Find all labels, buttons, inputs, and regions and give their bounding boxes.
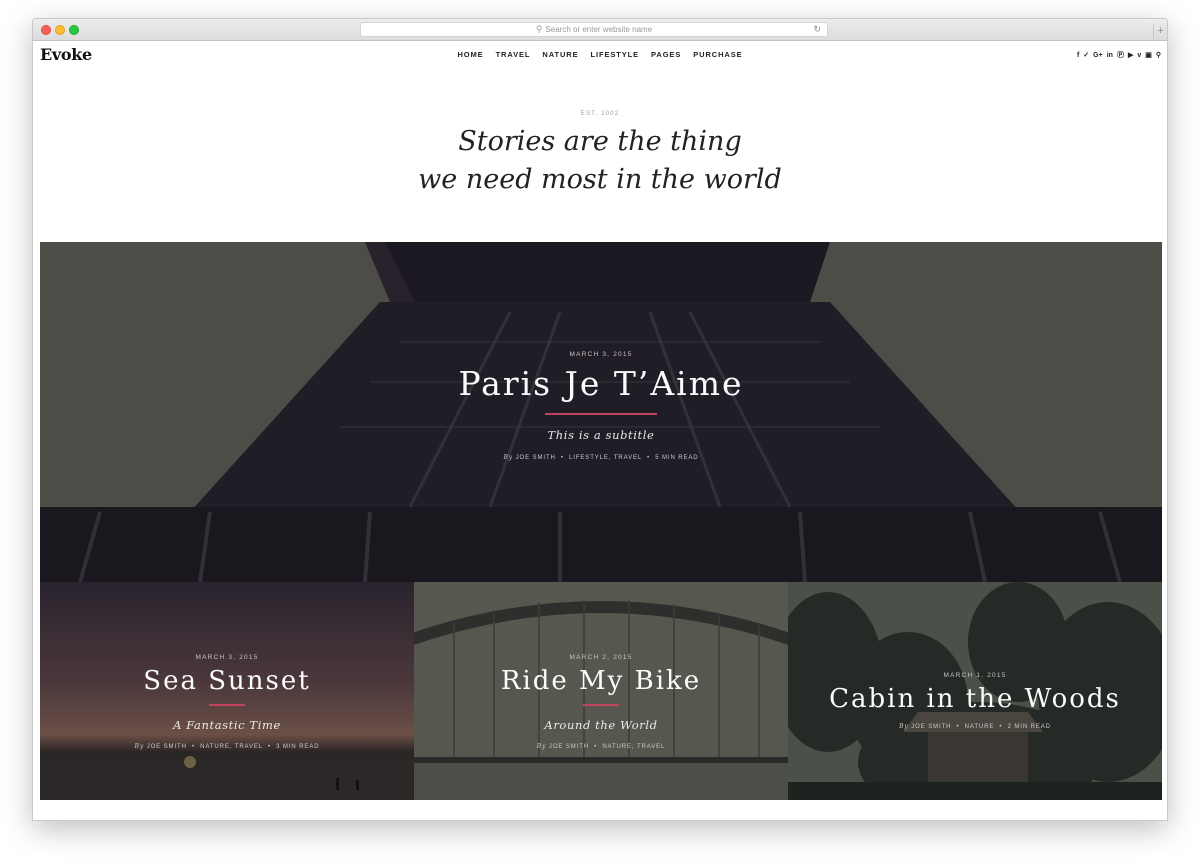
post-card-overlay: MARCH 3, 2015 Sea Sunset A Fantastic Tim… — [40, 654, 414, 750]
post-meta: By JOE SMITH • NATURE, TRAVEL — [536, 743, 666, 750]
post-meta: By JOE SMITH • NATURE, TRAVEL • 3 MIN RE… — [134, 743, 320, 750]
category-links[interactable]: LIFESTYLE, TRAVEL — [569, 455, 642, 461]
tagline-line-2: we need most in the world — [418, 164, 782, 195]
youtube-icon[interactable]: ▶ — [1128, 51, 1133, 59]
post-subtitle: Around the World — [544, 718, 658, 732]
nav-nature[interactable]: NATURE — [542, 50, 578, 59]
social-links: f ✓ G+ in Ⓟ ▶ v ▣ ⚲ — [1073, 50, 1161, 60]
browser-window: ⚲ Search or enter website name ↻ + Evoke … — [32, 18, 1168, 821]
read-time: 2 MIN READ — [1007, 724, 1051, 730]
browser-toolbar: ⚲ Search or enter website name ↻ + — [33, 19, 1167, 41]
nav-pages[interactable]: PAGES — [651, 50, 681, 59]
maximize-window-button[interactable] — [69, 25, 79, 35]
read-time: 5 MIN READ — [655, 455, 699, 461]
featured-post[interactable]: MARCH 3, 2015 Paris Je T’Aime This is a … — [40, 242, 1162, 582]
search-icon[interactable]: ⚲ — [1156, 51, 1161, 59]
nav-travel[interactable]: TRAVEL — [496, 50, 531, 59]
title-divider — [209, 704, 245, 706]
category-links[interactable]: NATURE, TRAVEL — [602, 744, 665, 750]
byline-prefix: By — [503, 454, 514, 461]
post-date: MARCH 1, 2015 — [943, 672, 1007, 679]
post-meta: By JOE SMITH • NATURE • 2 MIN READ — [899, 723, 1051, 730]
est-label: EST. 2002 — [580, 111, 620, 117]
vimeo-icon[interactable]: v — [1137, 52, 1141, 59]
post-card[interactable]: MARCH 1, 2015 Cabin in the Woods By JOE … — [788, 582, 1162, 800]
title-divider — [583, 704, 619, 706]
featured-post-overlay: MARCH 3, 2015 Paris Je T’Aime This is a … — [40, 351, 1162, 461]
post-date: MARCH 2, 2015 — [569, 654, 633, 661]
nav-home[interactable]: HOME — [457, 50, 483, 59]
author-link[interactable]: JOE SMITH — [911, 724, 951, 730]
twitter-icon[interactable]: ✓ — [1083, 51, 1089, 59]
reload-icon[interactable]: ↻ — [813, 23, 821, 36]
post-date: MARCH 3, 2015 — [569, 351, 633, 358]
post-card-overlay: MARCH 1, 2015 Cabin in the Woods By JOE … — [788, 672, 1162, 730]
post-date: MARCH 3, 2015 — [195, 654, 259, 661]
post-card[interactable]: MARCH 2, 2015 Ride My Bike Around the Wo… — [414, 582, 788, 800]
post-card-overlay: MARCH 2, 2015 Ride My Bike Around the Wo… — [414, 654, 788, 750]
post-title[interactable]: Paris Je T’Aime — [40, 364, 1162, 403]
close-window-button[interactable] — [41, 25, 51, 35]
tagline-line-1: Stories are the thing — [458, 126, 742, 157]
address-placeholder: Search or enter website name — [545, 25, 653, 34]
title-divider — [545, 413, 657, 415]
intro: EST. 2002 Stories are the thing we need … — [33, 111, 1167, 199]
category-links[interactable]: NATURE, TRAVEL — [200, 744, 263, 750]
post-meta: By JOE SMITH • LIFESTYLE, TRAVEL • 5 MIN… — [503, 454, 699, 461]
author-link[interactable]: JOE SMITH — [549, 744, 589, 750]
post-subtitle: This is a subtitle — [547, 428, 655, 442]
byline-prefix: By — [899, 723, 909, 730]
byline-prefix: By — [134, 743, 145, 750]
author-link[interactable]: JOE SMITH — [147, 744, 187, 750]
new-tab-button[interactable]: + — [1153, 24, 1167, 39]
search-icon: ⚲ — [535, 24, 543, 34]
post-title[interactable]: Ride My Bike — [414, 666, 788, 696]
minimize-window-button[interactable] — [55, 25, 65, 35]
google-plus-icon[interactable]: G+ — [1093, 52, 1103, 59]
post-card[interactable]: MARCH 3, 2015 Sea Sunset A Fantastic Tim… — [40, 582, 414, 800]
post-subtitle: A Fantastic Time — [173, 718, 281, 732]
address-bar[interactable]: ⚲ Search or enter website name ↻ — [360, 22, 828, 37]
linkedin-icon[interactable]: in — [1107, 52, 1113, 59]
read-time: 3 MIN READ — [276, 744, 320, 750]
main-nav: HOME TRAVEL NATURE LIFESTYLE PAGES PURCH… — [33, 50, 1167, 59]
pinterest-icon[interactable]: Ⓟ — [1117, 50, 1124, 60]
post-title[interactable]: Cabin in the Woods — [788, 684, 1162, 714]
instagram-icon[interactable]: ▣ — [1145, 51, 1152, 59]
author-link[interactable]: JOE SMITH — [516, 455, 556, 461]
nav-lifestyle[interactable]: LIFESTYLE — [591, 50, 640, 59]
category-links[interactable]: NATURE — [965, 724, 995, 730]
facebook-icon[interactable]: f — [1077, 52, 1079, 59]
nav-purchase[interactable]: PURCHASE — [693, 50, 742, 59]
byline-prefix: By — [536, 743, 547, 750]
post-title[interactable]: Sea Sunset — [40, 666, 414, 696]
